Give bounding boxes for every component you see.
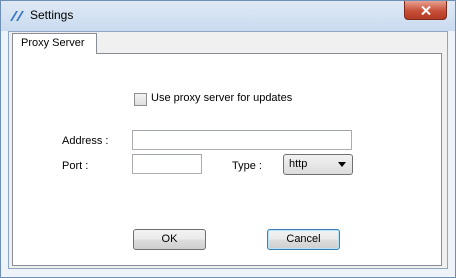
use-proxy-checkbox[interactable] xyxy=(134,93,147,106)
port-label: Port : xyxy=(62,160,89,172)
title-bar[interactable]: Settings xyxy=(1,1,455,31)
cancel-button[interactable]: Cancel xyxy=(267,229,340,250)
tab-label: Proxy Server xyxy=(21,37,85,49)
chevron-down-icon xyxy=(338,162,346,167)
window-title: Settings xyxy=(30,8,74,22)
dialog-client-area: Proxy Server Use proxy server for update… xyxy=(8,31,448,269)
use-proxy-label[interactable]: Use proxy server for updates xyxy=(151,92,292,104)
type-label: Type : xyxy=(232,160,262,172)
close-button[interactable] xyxy=(404,1,447,20)
tab-proxy-server[interactable]: Proxy Server xyxy=(12,33,97,54)
address-label: Address : xyxy=(62,135,109,147)
proxy-type-select[interactable]: http xyxy=(283,154,353,175)
port-input[interactable] xyxy=(132,154,202,174)
app-logo-icon xyxy=(10,11,24,21)
close-icon xyxy=(420,5,431,15)
address-input[interactable] xyxy=(132,130,352,150)
ok-button[interactable]: OK xyxy=(133,229,206,250)
proxy-server-panel: Use proxy server for updates Address : P… xyxy=(12,53,442,266)
proxy-type-value: http xyxy=(289,158,308,170)
settings-window: Settings Proxy Server Use proxy server f… xyxy=(0,0,456,278)
